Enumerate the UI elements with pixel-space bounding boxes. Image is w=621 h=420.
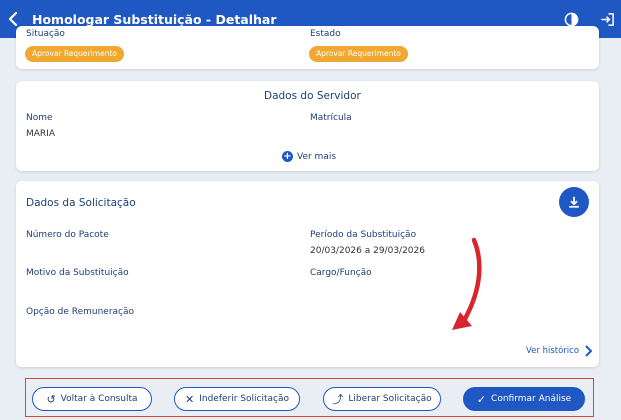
contrast-icon — [564, 12, 578, 26]
nome-value: MARIA — [26, 129, 55, 139]
indeferir-button[interactable]: ✕ Indeferir Solicitação — [174, 387, 300, 411]
situacao-badge: Aprovar Requerimento — [25, 46, 124, 62]
servidor-title: Dados do Servidor — [264, 90, 361, 102]
opcao-remuneracao-label: Opção de Remuneração — [26, 307, 135, 317]
cargo-label: Cargo/Função — [310, 268, 372, 278]
logout-icon — [600, 12, 614, 26]
close-icon: ✕ — [185, 392, 195, 406]
liberar-button[interactable]: ⤴ Liberar Solicitação — [323, 387, 441, 411]
ver-historico-label: Ver histórico — [526, 346, 580, 356]
liberar-label: Liberar Solicitação — [348, 394, 432, 404]
plus-circle-icon: + — [282, 151, 293, 162]
estado-badge: Aprovar Requerimento — [309, 46, 408, 62]
logout-button[interactable] — [599, 11, 615, 27]
periodo-value: 20/03/2026 a 29/03/2026 — [310, 246, 425, 256]
action-bar: ↺ Voltar à Consulta ✕ Indeferir Solicita… — [25, 378, 594, 417]
ver-mais-link[interactable]: + Ver mais — [282, 151, 336, 162]
undo-icon: ↺ — [46, 392, 56, 406]
matricula-label: Matrícula — [310, 113, 352, 123]
estado-label: Estado — [310, 29, 341, 39]
chevron-left-icon — [8, 12, 18, 26]
chevron-right-icon — [585, 345, 593, 357]
ver-historico-link[interactable]: Ver histórico — [526, 345, 593, 357]
situacao-label: Situação — [26, 29, 65, 39]
nome-label: Nome — [26, 113, 53, 123]
status-card: Situação Aprovar Requerimento Estado Apr… — [16, 26, 599, 69]
confirmar-label: Confirmar Análise — [491, 394, 572, 404]
voltar-label: Voltar à Consulta — [60, 394, 138, 404]
motivo-label: Motivo da Substituição — [26, 268, 129, 278]
confirmar-analise-button[interactable]: ✓ Confirmar Análise — [463, 387, 585, 411]
check-icon: ✓ — [476, 392, 487, 406]
arrow-up-icon: ⤴ — [332, 392, 344, 406]
ver-mais-label: Ver mais — [297, 151, 337, 162]
contrast-toggle-button[interactable] — [563, 11, 579, 27]
solicitacao-title: Dados da Solicitação — [26, 197, 136, 209]
download-button[interactable] — [559, 187, 589, 217]
download-icon — [569, 196, 579, 208]
page-title: Homologar Substituição - Detalhar — [32, 11, 277, 27]
periodo-label: Período da Substituição — [310, 230, 417, 240]
voltar-consulta-button[interactable]: ↺ Voltar à Consulta — [32, 387, 152, 411]
indeferir-label: Indeferir Solicitação — [199, 394, 289, 404]
servidor-card: Dados do Servidor Nome MARIA Matrícula +… — [16, 81, 599, 171]
numero-pacote-label: Número do Pacote — [26, 230, 109, 240]
solicitacao-card: Dados da Solicitação Número do Pacote Pe… — [16, 181, 599, 367]
